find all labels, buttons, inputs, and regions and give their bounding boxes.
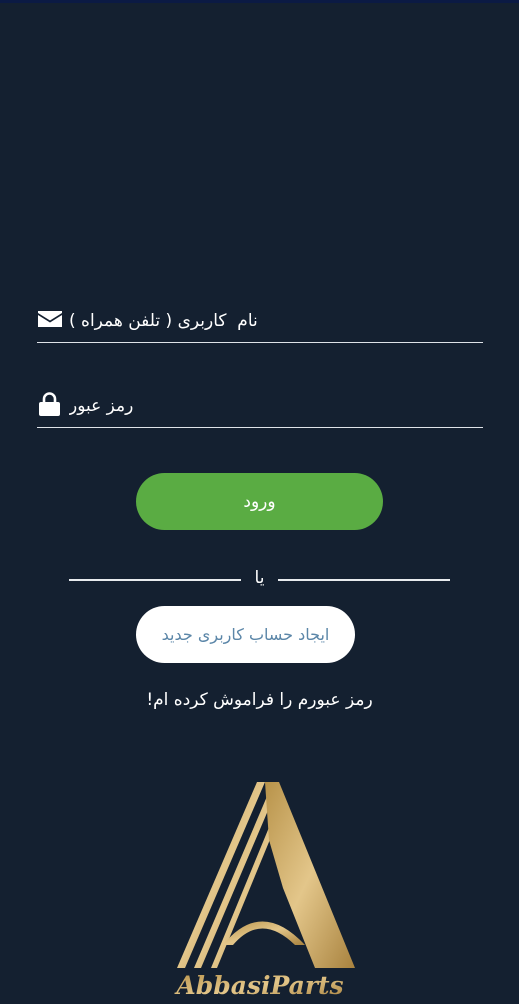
svg-text:AbbasiParts: AbbasiParts (174, 971, 343, 1000)
password-field[interactable] (37, 387, 483, 428)
forgot-password-link[interactable]: رمز عبورم را فراموش کرده ام! (100, 690, 419, 710)
create-account-button[interactable]: ایجاد حساب کاربری جدید (136, 606, 355, 663)
divider-or-text: یا (254, 568, 265, 588)
username-input[interactable] (67, 302, 483, 340)
divider-line-right (278, 579, 450, 581)
abbasiparts-logo: AbbasiParts (165, 780, 355, 1000)
username-field[interactable] (37, 302, 483, 343)
envelope-icon (37, 306, 63, 332)
login-button[interactable]: ورود (136, 473, 383, 530)
status-bar-strip (0, 0, 519, 3)
divider-line-left (69, 579, 241, 581)
lock-icon (37, 391, 63, 417)
password-input[interactable] (67, 387, 483, 425)
